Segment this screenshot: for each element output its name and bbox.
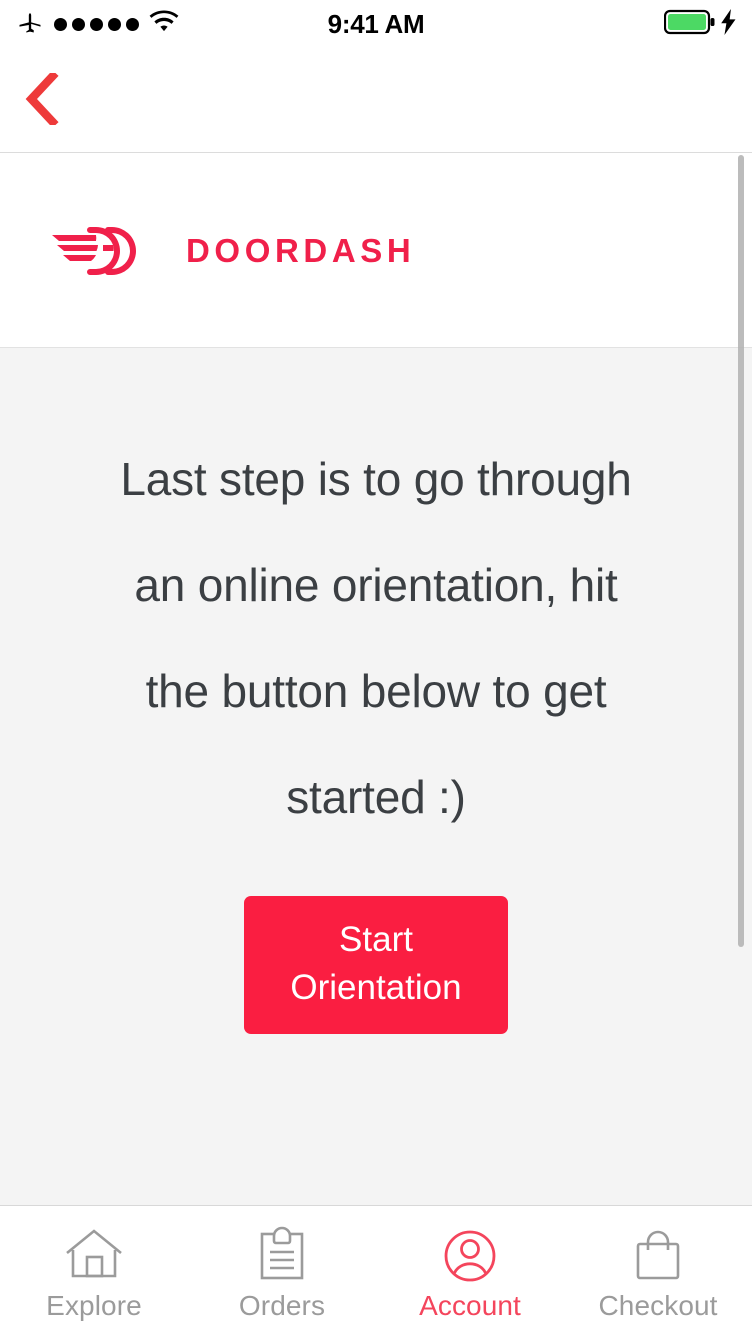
doordash-wordmark: DOORDASH (186, 231, 416, 269)
tab-account[interactable]: Account (376, 1206, 564, 1334)
tab-orders[interactable]: Orders (188, 1206, 376, 1334)
signal-strength-dots (54, 17, 139, 31)
doordash-dash-logo-icon (50, 221, 142, 281)
main-content: Last step is to go through an online ori… (0, 348, 752, 1205)
account-circle-icon (440, 1224, 500, 1288)
cta-label-line2: Orientation (290, 968, 462, 1007)
phone-screen: 9:41 AM DOORDASH Last step is to go thro… (0, 0, 752, 1334)
tab-orders-label: Orders (238, 1290, 326, 1321)
airplane-mode-icon (16, 8, 44, 41)
start-orientation-button[interactable]: Start Orientation (244, 896, 508, 1034)
battery-full-icon (663, 9, 716, 40)
cta-container: Start Orientation (0, 896, 752, 1034)
cta-label-line1: Start (339, 920, 413, 959)
home-icon (63, 1224, 125, 1288)
wifi-icon (149, 9, 179, 39)
back-chevron-icon (22, 69, 62, 130)
clock-time: 9:41 AM (327, 8, 425, 39)
instruction-text: Last step is to go through an online ori… (120, 453, 632, 823)
status-bar-left (0, 8, 248, 41)
clipboard-icon (254, 1224, 310, 1288)
vertical-scrollbar[interactable] (738, 155, 744, 947)
status-bar-right (504, 8, 752, 40)
navigation-bar (0, 48, 752, 153)
bottom-tab-bar: Explore Orders Account Checkout (0, 1205, 752, 1334)
back-button[interactable] (10, 69, 74, 132)
tab-account-label: Account (419, 1290, 521, 1321)
charging-bolt-icon (720, 8, 738, 40)
tab-explore-label: Explore (46, 1290, 142, 1321)
brand-header: DOORDASH (0, 154, 752, 348)
tab-explore[interactable]: Explore (0, 1206, 188, 1334)
tab-checkout-label: Checkout (598, 1290, 718, 1321)
status-bar: 9:41 AM (0, 0, 752, 48)
shopping-bag-icon (629, 1224, 687, 1288)
tab-checkout[interactable]: Checkout (564, 1206, 752, 1334)
status-bar-center: 9:41 AM (248, 9, 504, 40)
